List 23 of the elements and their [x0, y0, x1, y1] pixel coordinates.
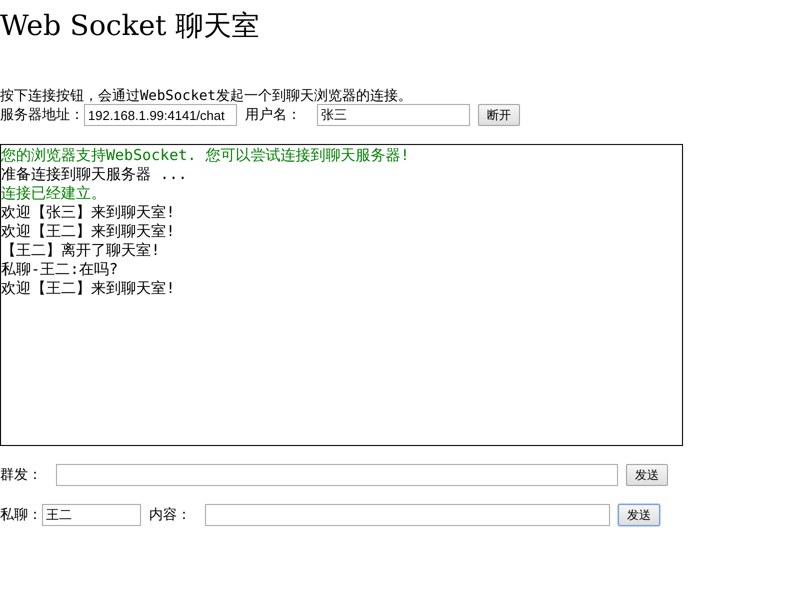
private-message-field[interactable] [205, 504, 610, 526]
chat-message: 连接已经建立。 [1, 184, 107, 203]
disconnect-button[interactable]: 断开 [478, 104, 520, 126]
send-button[interactable]: 发送 [626, 464, 668, 486]
chat-message: 欢迎【王二】来到聊天室! [1, 279, 176, 298]
chat-message: 您的浏览器支持WebSocket. 您可以尝试连接到聊天服务器! [1, 146, 410, 165]
recipient-field[interactable]: 王二 [42, 504, 141, 526]
page-title: Web Socket 聊天室 [0, 8, 260, 44]
chat-message: 【王二】离开了聊天室! [1, 241, 162, 260]
username-label: 用户名： [245, 106, 302, 124]
intro-text: 按下连接按钮，会通过WebSocket发起一个到聊天浏览器的连接。 [0, 88, 413, 104]
chat-message: 欢迎【张三】来到聊天室! [1, 203, 176, 222]
server-label: 服务器地址： [0, 106, 84, 124]
broadcast-label: 群发： [0, 466, 42, 484]
send-button[interactable]: 发送 [618, 504, 660, 526]
broadcast-message-field[interactable] [56, 464, 618, 486]
chat-message: 准备连接到聊天服务器 ... [1, 165, 188, 184]
username-field[interactable]: 张三 [317, 104, 470, 126]
server-address-field[interactable]: 192.168.1.99:4141/chat [84, 104, 237, 126]
content-label: 内容： [149, 506, 192, 524]
chat-message: 欢迎【王二】来到聊天室! [1, 222, 176, 241]
chat-message: 私聊-王二:在吗? [1, 260, 120, 279]
private-label: 私聊： [0, 506, 42, 524]
